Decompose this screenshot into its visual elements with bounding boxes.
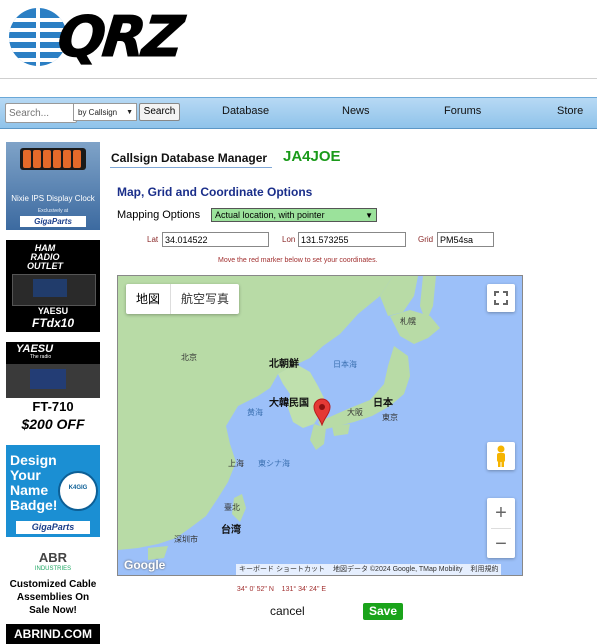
chevron-down-icon: ▼: [126, 109, 133, 116]
qrz-logo[interactable]: QRZ: [54, 3, 184, 73]
zoom-out-button[interactable]: −: [487, 529, 515, 559]
hro-logo: HAM RADIO OUTLET: [27, 243, 63, 271]
lat-label: Lat: [147, 235, 159, 244]
map-data-text: 地図データ ©2024 Google, TMap Mobility: [332, 566, 463, 573]
map-land-shapes: [118, 276, 440, 560]
map-attribution: キーボード ショートカット 地図データ ©2024 Google, TMap Mo…: [236, 564, 502, 575]
tab-satellite[interactable]: 航空写真: [170, 284, 239, 314]
map-label-japan: 日本: [373, 398, 393, 409]
map-label-north-korea: 北朝鮮: [269, 359, 299, 370]
tab-map[interactable]: 地図: [126, 284, 170, 314]
ad-price: $200 OFF: [21, 416, 85, 432]
mapping-options-select[interactable]: Actual location, with pointer ▼: [211, 208, 377, 222]
grid-label: Grid: [418, 235, 434, 244]
mapping-options-label: Mapping Options: [117, 209, 201, 221]
lat-input[interactable]: 34.014522: [162, 232, 269, 247]
terms-link[interactable]: 利用規約: [470, 566, 498, 573]
zoom-control: + −: [487, 498, 515, 558]
ad-nixie-clock[interactable]: Nixie IPS Display Clock Exclusively at G…: [6, 142, 100, 230]
map-view[interactable]: 地図 航空写真 + − 札幌 北京 北朝鮮 日本海 大韓民国 日本 大阪 東京 …: [117, 275, 523, 576]
map-label-south-korea: 大韓民国: [269, 398, 309, 409]
search-button[interactable]: Search: [139, 103, 180, 121]
map-label-sea-of-japan: 日本海: [333, 360, 357, 369]
ad-model: FTdx10: [31, 316, 74, 330]
zoom-in-button[interactable]: +: [487, 498, 515, 528]
keyboard-shortcuts-link[interactable]: キーボード ショートカット: [239, 566, 325, 573]
map-label-beijing: 北京: [181, 353, 197, 362]
map-label-tokyo: 東京: [382, 413, 398, 422]
abr-logo: ABR: [38, 550, 68, 565]
ad-yaesu-ft710[interactable]: YAESU The radio FT-710 $200 OFF: [6, 342, 100, 436]
coordinate-readout: 34° 0' 52" N 131° 34' 24" E: [0, 586, 597, 593]
marker-instruction: Move the red marker below to set your co…: [218, 257, 378, 264]
badge-call: K4GIG: [68, 485, 88, 491]
map-label-sapporo: 札幌: [400, 317, 416, 326]
nav-database[interactable]: Database: [222, 105, 269, 117]
nav-news[interactable]: News: [342, 105, 370, 117]
pegman-icon: [497, 445, 505, 467]
callsign: JA4JOE: [283, 148, 341, 165]
google-logo[interactable]: Google: [124, 558, 165, 572]
page-title: Callsign Database Manager: [111, 151, 268, 165]
nixie-tubes-image: [20, 148, 86, 170]
lon-input[interactable]: 131.573255: [298, 232, 406, 247]
section-title: Map, Grid and Coordinate Options: [117, 185, 313, 199]
radio-image: [6, 364, 100, 398]
ad-hro-ftdx10[interactable]: HAM RADIO OUTLET YAESU FTdx10: [6, 240, 100, 332]
badge-image: K4GIG: [58, 471, 98, 511]
header-divider: [0, 78, 597, 79]
ad-abr-industries[interactable]: ABR INDUSTRIES Customized Cable Assembli…: [6, 548, 100, 644]
nav-store[interactable]: Store: [557, 105, 583, 117]
ad-name-badge[interactable]: Design Your Name Badge! K4GIG GigaParts: [6, 445, 100, 537]
mapping-options-value: Actual location, with pointer: [215, 210, 325, 220]
search-type-value: by Callsign: [78, 108, 118, 117]
lon-label: Lon: [282, 235, 296, 244]
fullscreen-icon: [494, 291, 508, 305]
map-label-osaka: 大阪: [347, 408, 363, 417]
map-label-shenzhen: 深圳市: [174, 535, 198, 544]
ad-sub: The radio: [30, 354, 52, 360]
title-underline: [110, 167, 272, 168]
location-marker-icon[interactable]: [313, 398, 331, 426]
ad-text: Design Your Name Badge!: [10, 452, 58, 513]
street-view-pegman[interactable]: [487, 442, 515, 470]
coordinate-readout-text: 34° 0' 52" N 131° 34' 24" E: [236, 586, 327, 593]
search-input[interactable]: [5, 103, 77, 123]
ad-url: ABRIND.COM: [6, 624, 100, 644]
ad-model: FT-710: [32, 399, 74, 414]
ad-small-text: Exclusively at: [37, 208, 69, 214]
map-label-taipei: 臺北: [224, 503, 240, 512]
nav-forums[interactable]: Forums: [444, 105, 481, 117]
abr-industries: INDUSTRIES: [34, 566, 72, 572]
ad-text: Customized Cable Assemblies On Sale Now!: [9, 579, 97, 616]
radio-image: [12, 274, 96, 306]
chevron-down-icon: ▼: [365, 211, 373, 220]
search-type-select[interactable]: by Callsign ▼: [73, 103, 137, 121]
ad-maker: YAESU: [37, 306, 69, 316]
map-label-yellow-sea: 黄海: [247, 408, 263, 417]
cancel-link[interactable]: cancel: [270, 604, 305, 618]
map-label-shanghai: 上海: [228, 459, 244, 468]
save-button[interactable]: Save: [363, 603, 403, 620]
grid-input[interactable]: PM54sa: [437, 232, 494, 247]
gigaparts-logo: GigaParts: [20, 216, 86, 227]
map-label-east-china-sea: 東シナ海: [258, 459, 290, 468]
map-type-tabs: 地図 航空写真: [126, 284, 240, 314]
map-label-taiwan: 台湾: [221, 525, 241, 536]
fullscreen-button[interactable]: [487, 284, 515, 312]
gigaparts-logo: GigaParts: [16, 521, 90, 534]
ad-caption: Nixie IPS Display Clock: [11, 194, 95, 203]
